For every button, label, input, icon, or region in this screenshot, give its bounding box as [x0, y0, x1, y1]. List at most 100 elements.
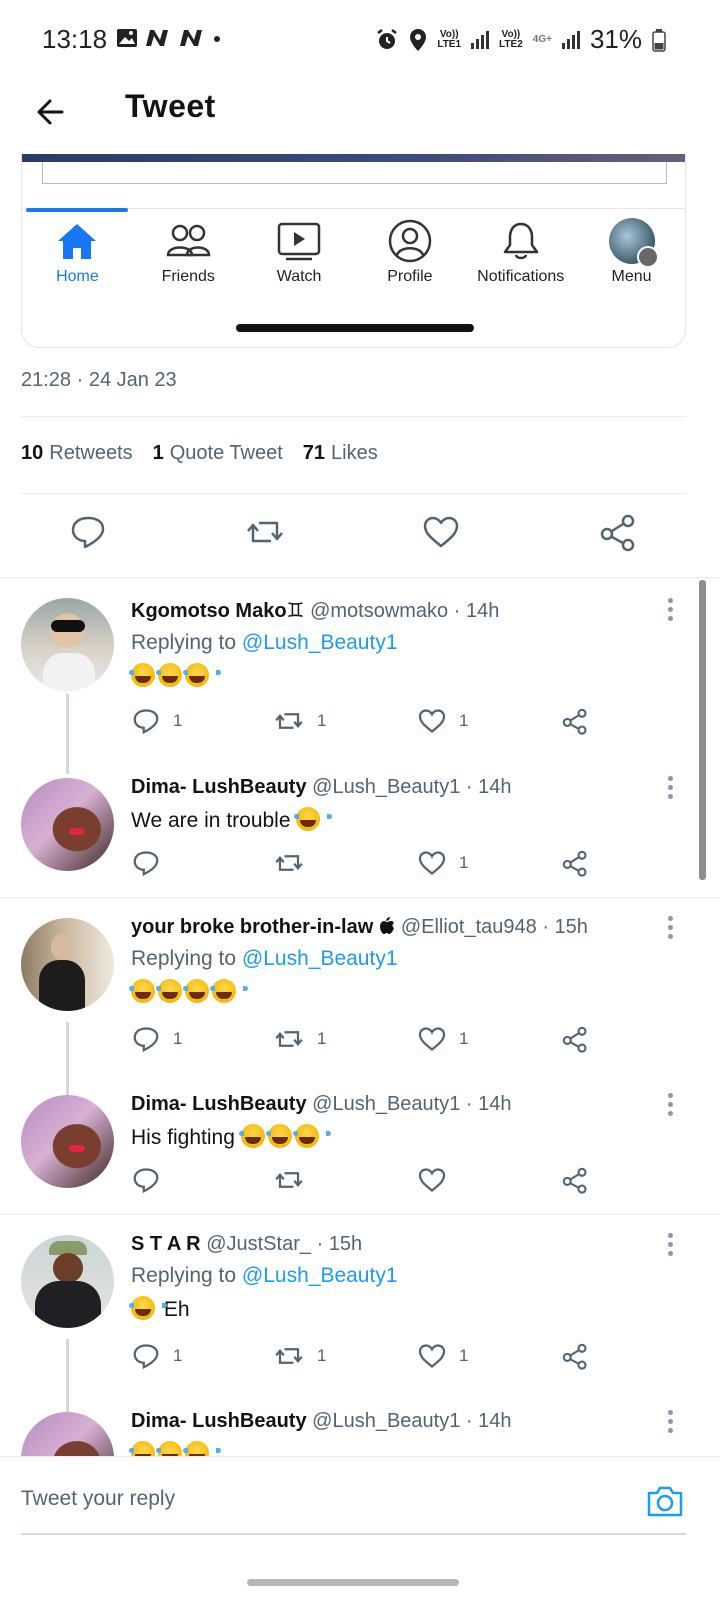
share-icon[interactable] — [561, 706, 589, 736]
battery-percent: 31% — [589, 24, 642, 54]
laughing-emoji-icon — [156, 663, 194, 687]
retweet-icon[interactable] — [273, 706, 305, 736]
share-icon[interactable] — [561, 1165, 589, 1195]
reply-actions: 1 1 1 — [131, 1024, 611, 1058]
comment-icon[interactable] — [131, 706, 161, 736]
laughing-emoji-icon — [294, 807, 333, 831]
mention-link[interactable]: @Lush_Beauty1 — [242, 631, 398, 654]
avatar[interactable] — [21, 1412, 114, 1456]
divider — [21, 493, 686, 494]
reply-author-name[interactable]: Dima- LushBeauty — [131, 1093, 307, 1115]
likes-stat[interactable]: 71 Likes — [303, 442, 378, 465]
retweet-count: 1 — [317, 1346, 327, 1365]
reply-author-name[interactable]: Kgomotso Mako♊ — [131, 600, 305, 622]
reply-handle[interactable]: @JustStar_ — [206, 1233, 311, 1255]
retweet-count: 1 — [317, 711, 327, 730]
comment-icon[interactable] — [68, 512, 108, 552]
home-indicator — [236, 324, 474, 332]
replying-to: Replying to @Lush_Beauty1 — [131, 631, 398, 654]
more-options-icon[interactable] — [668, 598, 674, 625]
comment-icon[interactable] — [131, 1024, 161, 1054]
reply-input[interactable]: Tweet your reply — [21, 1487, 175, 1511]
thread-line — [66, 1022, 69, 1102]
heart-icon[interactable] — [417, 1165, 447, 1195]
laughing-emoji-icon — [265, 1124, 304, 1148]
divider — [0, 1214, 720, 1215]
tweet-timestamp: 21:28 · 24 Jan 23 — [21, 369, 177, 391]
camera-icon[interactable] — [645, 1481, 685, 1521]
comment-count: 1 — [173, 711, 183, 730]
quote-tweets-stat[interactable]: 1 Quote Tweet — [153, 442, 283, 465]
reply-text — [129, 663, 671, 689]
reply-handle[interactable]: @Elliot_tau948 — [401, 916, 537, 938]
back-arrow-icon[interactable] — [32, 92, 72, 132]
reply-author-name[interactable]: your broke brother-in-law — [131, 916, 379, 938]
signal-icon — [561, 30, 580, 49]
heart-icon[interactable] — [421, 512, 461, 552]
reply-text — [129, 979, 671, 1005]
app-header: Tweet — [0, 80, 720, 154]
heart-icon[interactable] — [417, 1341, 447, 1371]
image-strip — [22, 154, 685, 162]
comment-icon[interactable] — [131, 1165, 161, 1195]
reply-actions: 1 1 1 — [131, 1341, 611, 1375]
share-icon[interactable] — [561, 1024, 589, 1054]
reply-text: We are in trouble — [131, 807, 671, 833]
mention-link[interactable]: @Lush_Beauty1 — [242, 1264, 398, 1287]
menu-avatar-icon — [608, 218, 659, 268]
reply-author-name[interactable]: S T A R — [131, 1233, 201, 1255]
retweet-icon[interactable] — [245, 512, 285, 552]
retweets-stat[interactable]: 10 Retweets — [21, 442, 133, 465]
sim2-label: Vo)) LTE2 — [499, 28, 523, 50]
avatar[interactable] — [21, 598, 114, 691]
scrollbar[interactable] — [699, 580, 706, 880]
replying-to: Replying to @Lush_Beauty1 — [131, 1264, 398, 1287]
laughing-emoji-icon — [129, 1296, 167, 1320]
divider — [0, 577, 720, 578]
nav-item-profile: Profile — [354, 216, 465, 296]
reply-handle[interactable]: @Lush_Beauty1 — [312, 776, 460, 798]
gesture-bar[interactable] — [247, 1579, 459, 1586]
retweet-icon[interactable] — [273, 1341, 305, 1371]
avatar[interactable] — [21, 1095, 114, 1188]
reply-author-name[interactable]: Dima- LushBeauty — [131, 776, 307, 798]
share-icon[interactable] — [561, 848, 589, 878]
profile-icon — [388, 219, 432, 263]
avatar[interactable] — [21, 918, 114, 1011]
comment-icon[interactable] — [131, 848, 161, 878]
reply-actions: 1 1 1 — [131, 706, 611, 740]
laughing-emoji-icon — [210, 979, 248, 1003]
reply-author-name[interactable]: Dima- LushBeauty — [131, 1410, 307, 1432]
comment-icon[interactable] — [131, 1341, 161, 1371]
more-options-icon[interactable] — [668, 776, 674, 803]
more-options-icon[interactable] — [668, 1410, 674, 1437]
nav-item-notifications: Notifications — [465, 216, 576, 296]
location-icon — [410, 28, 427, 51]
reply-handle[interactable]: @motsowmako — [310, 600, 448, 622]
laughing-emoji-icon — [129, 663, 167, 687]
nav-label: Notifications — [477, 268, 565, 285]
retweet-icon[interactable] — [273, 848, 305, 878]
active-tab-indicator — [26, 208, 128, 212]
battery-icon — [652, 28, 666, 52]
mention-link[interactable]: @Lush_Beauty1 — [242, 947, 398, 970]
reply-composer: Tweet your reply — [0, 1456, 720, 1600]
reply-handle[interactable]: @Lush_Beauty1 — [312, 1410, 460, 1432]
heart-icon[interactable] — [417, 848, 447, 878]
share-icon[interactable] — [561, 1341, 589, 1371]
more-options-icon[interactable] — [668, 916, 674, 943]
embedded-screenshot-card[interactable]: Home Friends Watch Profile Notifications… — [21, 154, 686, 348]
share-icon[interactable] — [598, 512, 638, 552]
heart-icon[interactable] — [417, 706, 447, 736]
retweet-icon[interactable] — [273, 1024, 305, 1054]
avatar[interactable] — [21, 778, 114, 871]
retweet-icon[interactable] — [273, 1165, 305, 1195]
avatar[interactable] — [21, 1235, 114, 1328]
reply-item[interactable]: Dima- LushBeauty @Lush_Beauty1 · 14h — [0, 1404, 700, 1456]
reply-handle[interactable]: @Lush_Beauty1 — [312, 1093, 460, 1115]
more-options-icon[interactable] — [668, 1233, 674, 1260]
reply-time: · 15h — [542, 916, 588, 938]
heart-icon[interactable] — [417, 1024, 447, 1054]
more-options-icon[interactable] — [668, 1093, 674, 1120]
bell-icon — [503, 222, 538, 260]
